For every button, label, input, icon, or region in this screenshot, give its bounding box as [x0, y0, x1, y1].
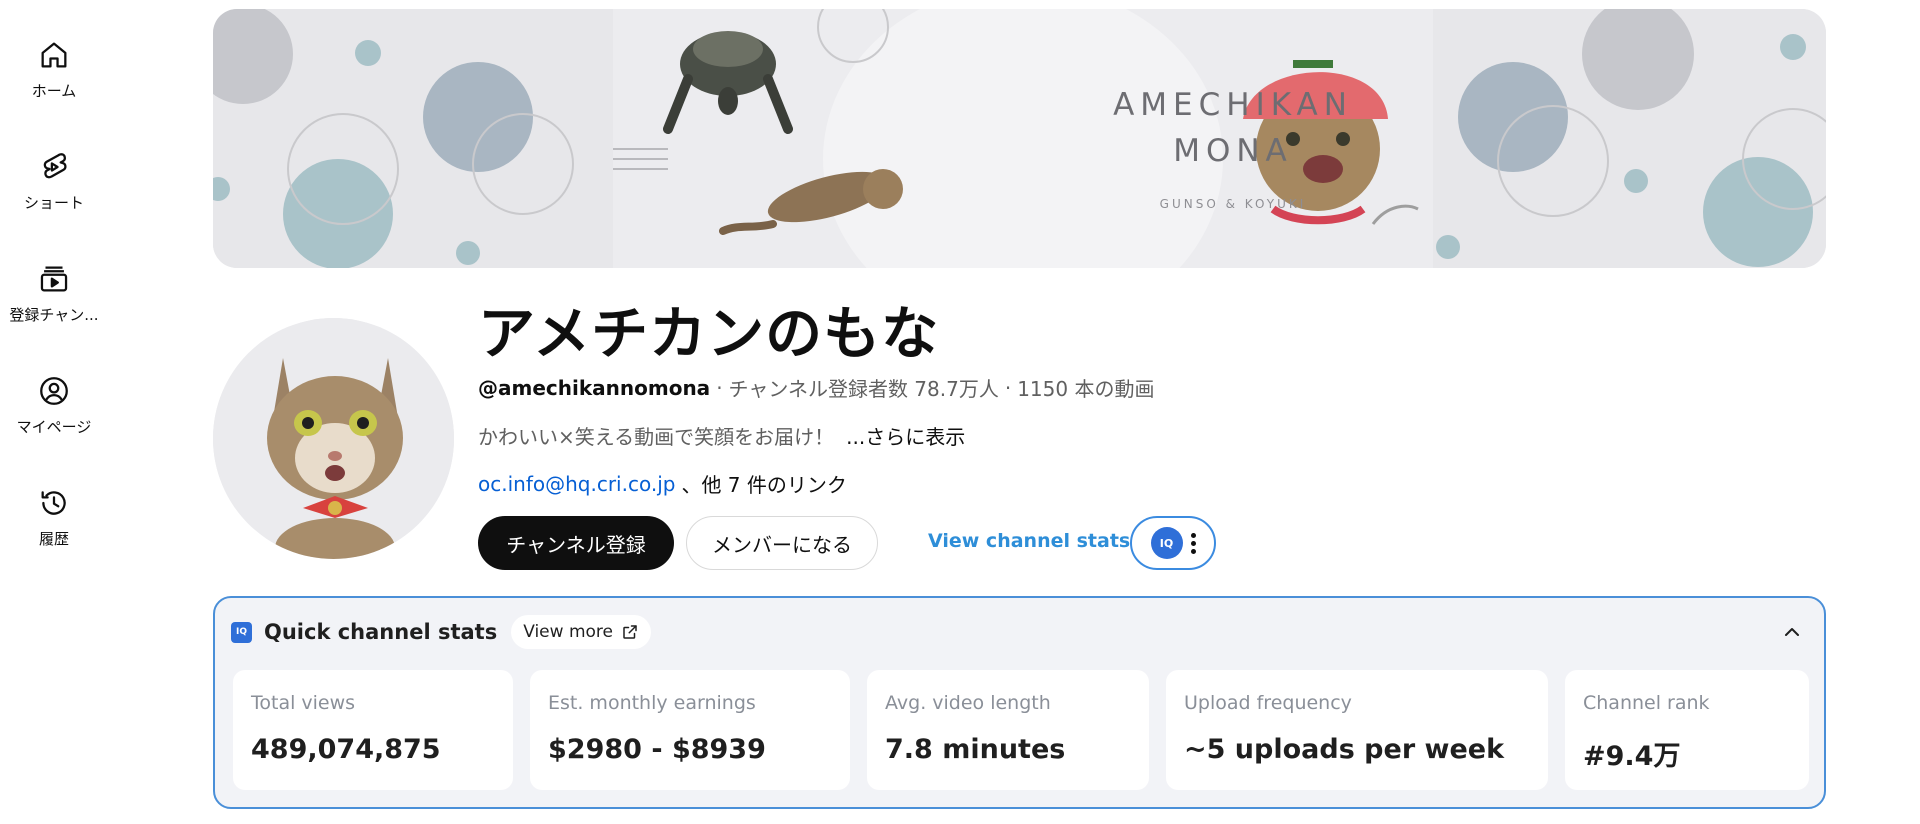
shorts-icon	[43, 153, 67, 179]
stat-card-monthly-earnings: Est. monthly earnings $2980 - $8939	[530, 670, 850, 790]
stat-card-video-length: Avg. video length 7.8 minutes	[867, 670, 1149, 790]
sidebar-item-history[interactable]: 履歴	[0, 486, 108, 549]
stat-label: Upload frequency	[1184, 692, 1352, 714]
sidebar-item-label: 履歴	[38, 530, 69, 548]
extension-menu-button[interactable]: IQ	[1130, 516, 1216, 570]
banner-artwork	[213, 9, 1826, 268]
history-icon	[41, 491, 66, 515]
channel-description[interactable]: かわいい×笑える動画で笑顔をお届け！ ...さらに表示	[478, 421, 965, 450]
stat-value: ~5 uploads per week	[1184, 734, 1505, 765]
stat-value: $2980 - $8939	[548, 734, 766, 765]
banner-title-line1: AMECHIKAN	[1113, 87, 1353, 123]
channel-page: ホーム ショート 登録チャン... マイページ 履歴 AMECHIKAN MON…	[0, 0, 1920, 824]
stat-card-upload-frequency: Upload frequency ~5 uploads per week	[1166, 670, 1548, 790]
sidebar-item-shorts[interactable]: ショート	[0, 150, 108, 213]
sidebar-item-subscriptions[interactable]: 登録チャン...	[0, 262, 108, 325]
meta-separator: ·	[716, 375, 723, 400]
sidebar-item-label: 登録チャン...	[9, 306, 99, 324]
channel-links: oc.info@hq.cri.co.jp 、他 7 件のリンク	[478, 469, 847, 498]
external-link-icon	[623, 625, 637, 639]
stat-card-total-views: Total views 489,074,875	[233, 670, 513, 790]
more-vert-icon	[1190, 532, 1196, 554]
subscriptions-icon	[40, 266, 68, 292]
view-more-label: View more	[523, 622, 613, 642]
quick-stats-title: Quick channel stats	[264, 620, 498, 644]
cat-avatar-image	[213, 318, 454, 559]
sidebar-item-label: マイページ	[16, 418, 92, 436]
subscribe-button[interactable]: チャンネル登録	[478, 516, 674, 570]
subscriber-count: チャンネル登録者数 78.7万人	[728, 377, 999, 401]
email-link[interactable]: oc.info@hq.cri.co.jp	[478, 472, 675, 496]
chevron-up-icon[interactable]	[1780, 620, 1804, 644]
quick-stats-header: IQ Quick channel stats View more	[231, 614, 651, 650]
stat-label: Est. monthly earnings	[548, 692, 756, 714]
view-more-button[interactable]: View more	[511, 615, 651, 649]
stat-card-channel-rank: Channel rank #9.4万	[1565, 670, 1809, 790]
stat-value: 7.8 minutes	[885, 734, 1066, 765]
channel-title: アメチカンのもな	[478, 301, 940, 367]
extension-logo-icon: IQ	[231, 621, 252, 643]
sidebar: ホーム ショート 登録チャン... マイページ 履歴	[0, 0, 108, 824]
stat-value: #9.4万	[1583, 741, 1681, 772]
show-more-link[interactable]: ...さらに表示	[846, 421, 965, 450]
channel-handle: @amechikannomona	[478, 375, 711, 400]
channel-avatar[interactable]	[213, 318, 454, 559]
sidebar-item-home[interactable]: ホーム	[0, 38, 108, 101]
view-channel-stats-link[interactable]: View channel stats	[928, 530, 1130, 552]
account-icon	[40, 377, 68, 405]
home-icon	[41, 42, 67, 68]
sidebar-item-label: ショート	[23, 194, 84, 212]
channel-banner: AMECHIKAN MONA GUNSO & KOYUKI	[213, 9, 1826, 268]
description-text: かわいい×笑える動画で笑顔をお届け！	[478, 425, 835, 449]
sidebar-item-account[interactable]: マイページ	[0, 374, 108, 437]
channel-meta: @amechikannomona · チャンネル登録者数 78.7万人 · 11…	[478, 373, 1154, 402]
stat-label: Avg. video length	[885, 692, 1051, 714]
stat-value: 489,074,875	[251, 734, 441, 765]
meta-separator: ·	[1004, 375, 1012, 400]
more-links[interactable]: 、他 7 件のリンク	[681, 469, 846, 498]
banner-title-line2: MONA	[1173, 133, 1293, 169]
sidebar-item-label: ホーム	[31, 82, 77, 100]
join-button[interactable]: メンバーになる	[686, 516, 878, 570]
extension-logo-icon: IQ	[1150, 527, 1183, 559]
quick-stats-panel: IQ Quick channel stats View more Total v…	[213, 596, 1826, 809]
stat-label: Channel rank	[1583, 692, 1710, 714]
banner-subtitle: GUNSO & KOYUKI	[1159, 197, 1307, 211]
video-count: 1150 本の動画	[1017, 377, 1155, 401]
stat-label: Total views	[251, 692, 356, 714]
